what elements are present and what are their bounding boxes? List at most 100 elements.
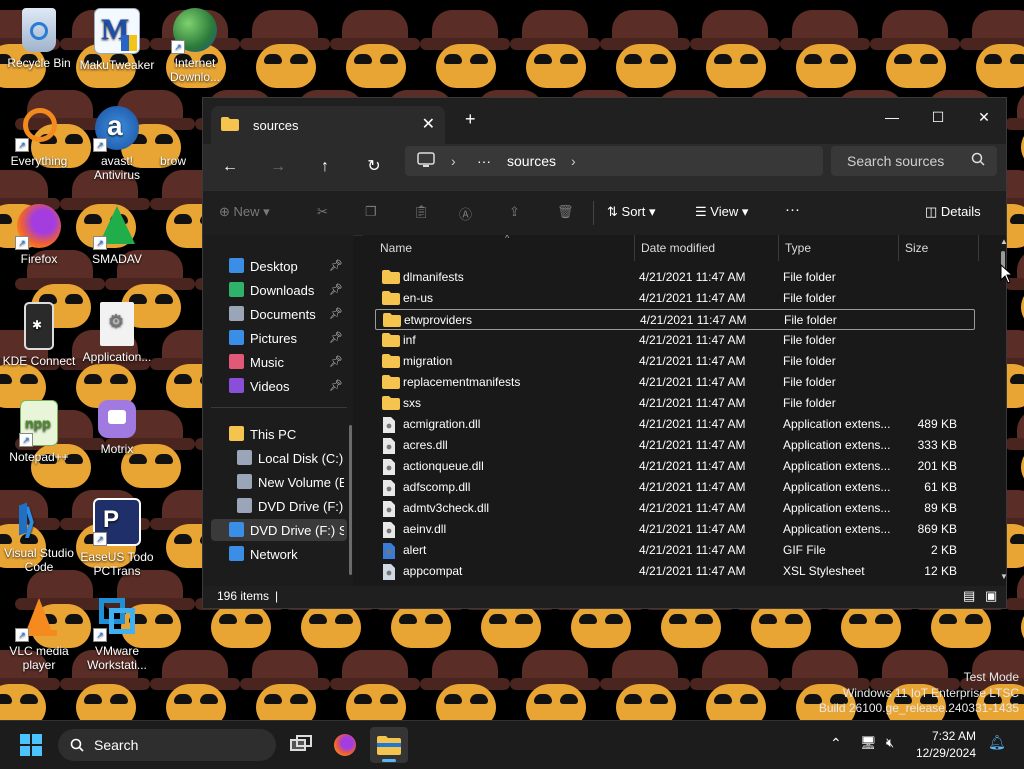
file-list-scrollbar[interactable]: ▲ ▼ bbox=[998, 235, 1008, 586]
file-row[interactable]: replacementmanifests 4/21/2021 11:47 AM Fi… bbox=[375, 372, 975, 393]
kde-connect-shortcut[interactable]: ✱ KDE Connect bbox=[0, 302, 78, 368]
pin-icon[interactable]: 📌︎ bbox=[329, 379, 343, 392]
delete-icon[interactable]: 🗑︎ bbox=[557, 204, 574, 220]
chevron-right-icon[interactable]: › bbox=[451, 153, 456, 169]
file-row[interactable]: migration 4/21/2021 11:47 AM File folder bbox=[375, 351, 975, 372]
file-row[interactable]: alert 4/21/2021 11:47 AM GIF File 2 KB bbox=[375, 540, 975, 561]
cut-icon[interactable]: ✂ bbox=[317, 204, 328, 220]
nav-item[interactable]: Videos 📌︎ bbox=[211, 375, 347, 397]
file-row[interactable]: sxs 4/21/2021 11:47 AM File folder bbox=[375, 393, 975, 414]
file-row[interactable]: admtv3check.dll 4/21/2021 11:47 AM Applica… bbox=[375, 498, 975, 519]
idm-shortcut[interactable]: ↗ Internet Downlo... bbox=[156, 8, 234, 84]
address-bar[interactable]: › ··· sources › bbox=[405, 146, 823, 176]
nav-scrollbar[interactable] bbox=[349, 425, 352, 575]
view-button[interactable]: ☰ View ▾ bbox=[695, 204, 748, 220]
file-row[interactable]: en-us 4/21/2021 11:47 AM File folder bbox=[375, 288, 975, 309]
scroll-up-icon[interactable]: ▲ bbox=[1000, 237, 1008, 246]
tab-sources[interactable]: sources ✕ bbox=[211, 106, 445, 144]
vscode-shortcut[interactable]: ⟩ Visual Studio Code bbox=[0, 498, 78, 574]
motrix-shortcut[interactable]: Motrix bbox=[78, 400, 156, 456]
vmware-shortcut[interactable]: ↗ VMware Workstati... bbox=[78, 596, 156, 672]
nav-item[interactable]: Network bbox=[211, 543, 347, 565]
taskbar-firefox[interactable] bbox=[326, 727, 364, 763]
vlc-shortcut[interactable]: ↗ VLC media player bbox=[0, 596, 78, 672]
nav-item[interactable]: Downloads 📌︎ bbox=[211, 279, 347, 301]
windows-start-icon[interactable] bbox=[20, 734, 42, 756]
pin-icon[interactable]: 📌︎ bbox=[329, 283, 343, 296]
nav-item[interactable]: Local Disk (C:) bbox=[211, 447, 347, 469]
notification-bell-icon[interactable]: 🔔︎ bbox=[988, 734, 1006, 751]
task-view-button[interactable] bbox=[282, 727, 320, 763]
tab-close-icon[interactable]: ✕ bbox=[422, 114, 435, 134]
title-bar[interactable]: sources ✕ + — ☐ ✕ bbox=[203, 98, 1006, 144]
nav-item[interactable]: Desktop 📌︎ bbox=[211, 255, 347, 277]
search-box[interactable]: Search sources bbox=[831, 146, 997, 176]
file-row[interactable]: adfscomp.dll 4/21/2021 11:47 AM Applicatio… bbox=[375, 477, 975, 498]
everything-shortcut[interactable]: ↗ Everything bbox=[0, 106, 78, 168]
details-pane-button[interactable]: ◫ Details bbox=[925, 204, 981, 220]
more-options-button[interactable]: ··· bbox=[785, 201, 800, 218]
network-icon[interactable]: 🖥︎ bbox=[860, 735, 877, 751]
pin-icon[interactable]: 📌︎ bbox=[329, 355, 343, 368]
details-view-icon[interactable]: ▤ bbox=[963, 588, 975, 604]
taskbar-file-explorer[interactable] bbox=[370, 727, 408, 763]
up-arrow-icon[interactable]: ↑ bbox=[310, 154, 340, 180]
pin-icon[interactable]: 📌︎ bbox=[329, 259, 343, 272]
column-header-size[interactable]: Size bbox=[905, 241, 928, 255]
minimize-button[interactable]: — bbox=[869, 102, 915, 132]
easeus-shortcut[interactable]: P ↗ EaseUS Todo PCTrans bbox=[78, 498, 156, 578]
volume-muted-icon[interactable]: 🔇︎ bbox=[886, 735, 894, 751]
notepadpp-shortcut[interactable]: npp ↗ Notepad++ bbox=[0, 400, 78, 464]
file-row[interactable]: appcompat 4/21/2021 11:47 AM XSL Styleshee… bbox=[375, 561, 975, 582]
recycle-bin-shortcut[interactable]: Recycle Bin bbox=[0, 8, 78, 70]
nav-item[interactable]: This PC bbox=[211, 423, 347, 445]
scroll-down-icon[interactable]: ▼ bbox=[1000, 572, 1008, 581]
file-row[interactable]: etwproviders 4/21/2021 11:47 AM File folde… bbox=[375, 309, 975, 330]
column-divider[interactable] bbox=[778, 235, 779, 261]
back-arrow-icon[interactable]: ← bbox=[215, 154, 245, 180]
nav-item[interactable]: DVD Drive (F:) SSS bbox=[211, 519, 347, 541]
column-divider[interactable] bbox=[978, 235, 979, 261]
nav-item[interactable]: New Volume (E: bbox=[211, 471, 347, 493]
taskbar-search[interactable]: Search bbox=[58, 729, 276, 761]
column-header-date[interactable]: Date modified bbox=[641, 241, 715, 255]
clock[interactable]: 7:32 AM 12/29/2024 bbox=[916, 728, 976, 762]
column-divider[interactable] bbox=[634, 235, 635, 261]
refresh-icon[interactable]: ↻ bbox=[359, 154, 389, 180]
file-row[interactable]: acres.dll 4/21/2021 11:47 AM Application e… bbox=[375, 435, 975, 456]
file-row[interactable]: inf 4/21/2021 11:47 AM File folder bbox=[375, 330, 975, 351]
file-row[interactable]: aeinv.dll 4/21/2021 11:47 AM Application e… bbox=[375, 519, 975, 540]
new-tab-button[interactable]: + bbox=[465, 109, 476, 130]
pin-icon[interactable]: 📌︎ bbox=[329, 331, 343, 344]
smadav-shortcut[interactable]: ↗ SMADAV bbox=[78, 204, 156, 266]
paste-icon[interactable]: 📋︎ bbox=[413, 204, 430, 220]
avast-shortcut[interactable]: a ↗ avast! Antivirus bbox=[78, 106, 156, 182]
maximize-button[interactable]: ☐ bbox=[915, 102, 961, 132]
show-hidden-icons-chevron-icon[interactable]: ⌃ bbox=[830, 735, 842, 752]
column-header-type[interactable]: Type bbox=[785, 241, 811, 255]
file-row[interactable]: actionqueue.dll 4/21/2021 11:47 AM Applica… bbox=[375, 456, 975, 477]
close-window-button[interactable]: ✕ bbox=[961, 102, 1007, 132]
new-button[interactable]: ⊕ New ▾ bbox=[219, 204, 270, 220]
column-divider[interactable] bbox=[898, 235, 899, 261]
application-shortcut[interactable]: ⚙ Application... bbox=[78, 302, 156, 364]
chevron-right-icon[interactable]: › bbox=[571, 153, 576, 169]
address-ellipsis[interactable]: ··· bbox=[477, 153, 491, 169]
nav-item[interactable]: Music 📌︎ bbox=[211, 351, 347, 373]
file-row[interactable]: acmigration.dll 4/21/2021 11:47 AM Applica… bbox=[375, 414, 975, 435]
firefox-shortcut[interactable]: ↗ Firefox bbox=[0, 204, 78, 266]
column-header-name[interactable]: Name bbox=[380, 241, 412, 255]
copy-icon[interactable]: ❐ bbox=[365, 204, 377, 220]
address-current-folder[interactable]: sources bbox=[507, 153, 556, 169]
makutweaker-shortcut[interactable]: M MakuTweaker bbox=[78, 8, 156, 72]
forward-arrow-icon[interactable]: → bbox=[263, 154, 293, 180]
file-row[interactable]: dlmanifests 4/21/2021 11:47 AM File folder bbox=[375, 267, 975, 288]
tiles-view-icon[interactable]: ▣ bbox=[985, 588, 997, 604]
share-icon[interactable]: ⇪ bbox=[509, 204, 520, 220]
rename-icon[interactable]: Ⓐ bbox=[459, 204, 472, 223]
nav-item[interactable]: DVD Drive (F:) S bbox=[211, 495, 347, 517]
pin-icon[interactable]: 📌︎ bbox=[329, 307, 343, 320]
sort-button[interactable]: ⇅ Sort ▾ bbox=[607, 204, 656, 220]
nav-item[interactable]: Documents 📌︎ bbox=[211, 303, 347, 325]
nav-item[interactable]: Pictures 📌︎ bbox=[211, 327, 347, 349]
